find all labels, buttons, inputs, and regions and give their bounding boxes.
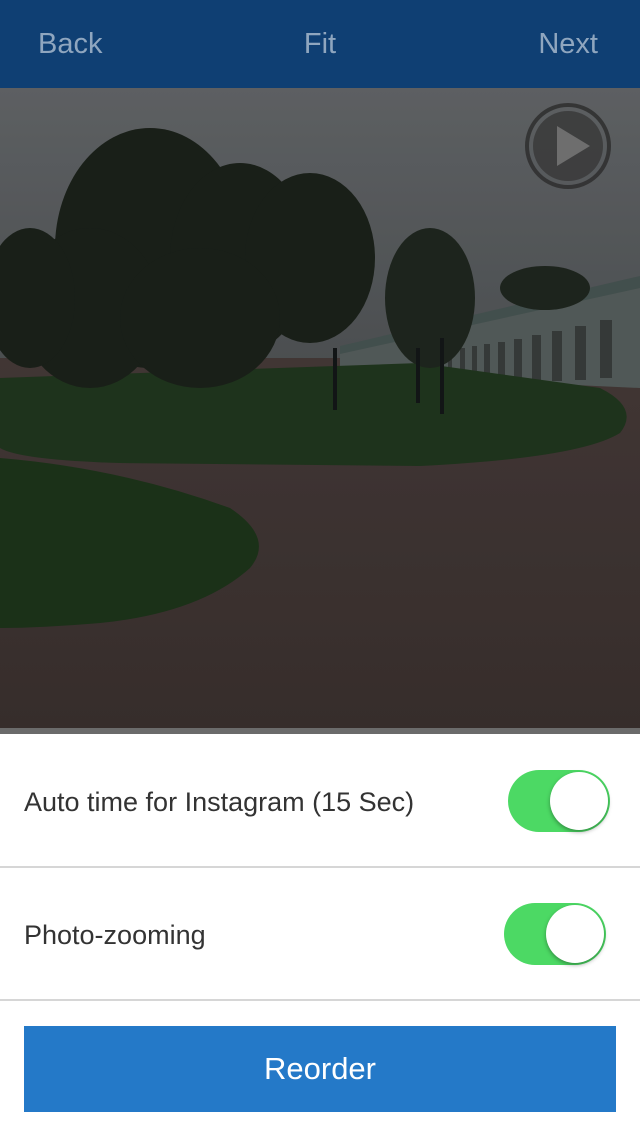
play-icon [525,103,611,189]
auto-time-toggle[interactable] [508,770,610,832]
next-button[interactable]: Next [538,24,598,64]
reorder-button[interactable]: Reorder [24,1026,616,1112]
photo-zooming-label: Photo-zooming [24,919,206,950]
toggle-knob [546,905,604,963]
fit-button[interactable]: Fit [304,28,336,60]
auto-time-label: Auto time for Instagram (15 Sec) [24,786,415,817]
photo-zooming-toggle[interactable] [504,903,606,965]
auto-time-row: Auto time for Instagram (15 Sec) [0,736,640,868]
play-button[interactable] [524,102,612,190]
back-button[interactable]: Back [38,24,102,64]
toggle-knob [550,772,608,830]
navigation-bar: Back Fit Next [0,0,640,88]
preview-divider [0,728,640,734]
photo-zooming-row: Photo-zooming [0,869,640,1001]
